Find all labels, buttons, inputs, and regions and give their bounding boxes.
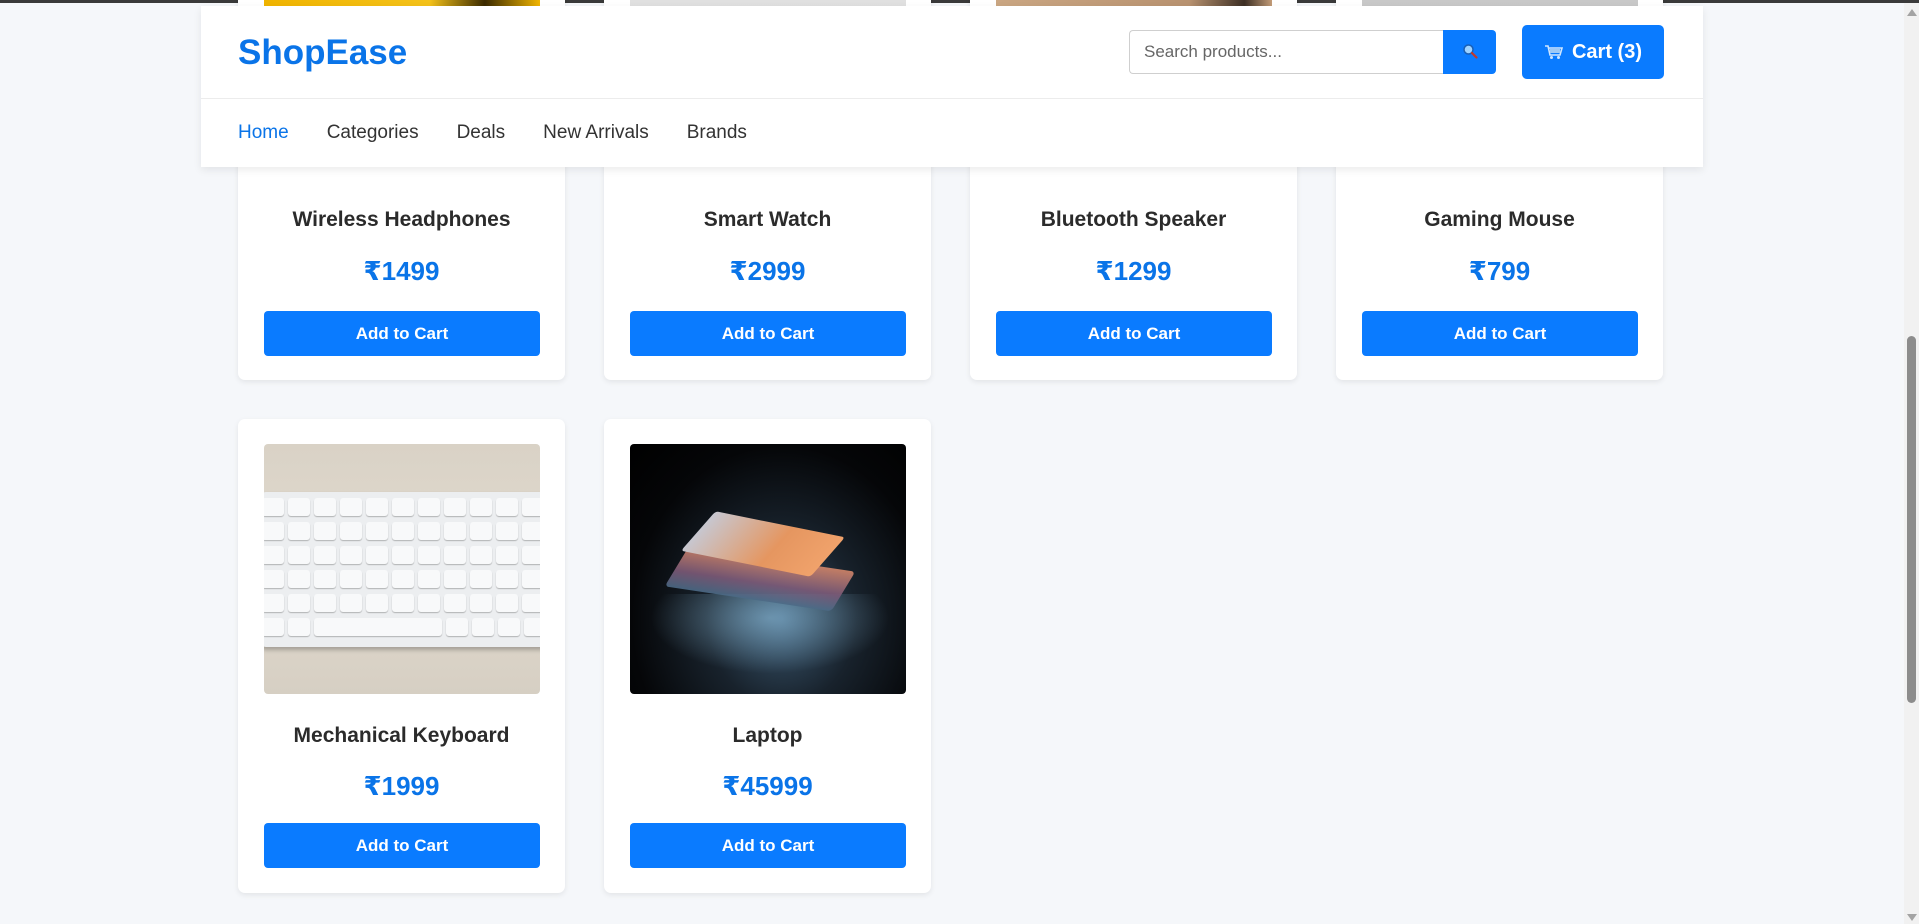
product-title: Bluetooth Speaker (1040, 208, 1227, 231)
search-icon (1462, 43, 1478, 59)
nav-new-arrivals[interactable]: New Arrivals (543, 122, 649, 144)
product-title: Smart Watch (703, 208, 832, 231)
scrollbar-thumb[interactable] (1907, 336, 1916, 703)
product-card: Laptop ₹45999 Add to Cart (604, 419, 931, 893)
product-title: Wireless Headphones (292, 208, 511, 231)
search-input[interactable] (1129, 30, 1443, 74)
keyboard-illustration (264, 492, 540, 647)
header-top-bar: ShopEase Cart (3) (201, 6, 1703, 99)
product-price: ₹2999 (729, 256, 806, 286)
product-price: ₹45999 (722, 771, 813, 801)
site-header: ShopEase Cart (3) Home Categories Deals … (201, 6, 1703, 167)
nav-categories[interactable]: Categories (327, 122, 419, 144)
product-price: ₹1499 (363, 256, 440, 286)
cart-button[interactable]: Cart (3) (1522, 25, 1664, 79)
scroll-down-arrow-icon[interactable] (1907, 914, 1917, 921)
add-to-cart-button[interactable]: Add to Cart (264, 823, 540, 868)
search-button[interactable] (1443, 30, 1496, 74)
product-price: ₹1999 (363, 771, 440, 801)
product-image[interactable] (630, 444, 906, 694)
nav-brands[interactable]: Brands (687, 122, 747, 144)
scroll-up-arrow-icon[interactable] (1907, 9, 1917, 16)
add-to-cart-button[interactable]: Add to Cart (630, 823, 906, 868)
laptop-glow (650, 594, 890, 674)
main-nav: Home Categories Deals New Arrivals Brand… (238, 122, 747, 144)
product-image[interactable] (264, 444, 540, 694)
add-to-cart-button[interactable]: Add to Cart (264, 311, 540, 356)
cart-icon (1544, 45, 1564, 59)
nav-deals[interactable]: Deals (457, 122, 506, 144)
site-logo[interactable]: ShopEase (238, 33, 407, 73)
add-to-cart-button[interactable]: Add to Cart (996, 311, 1272, 356)
product-price: ₹1299 (1095, 256, 1172, 286)
cart-label: Cart (3) (1571, 40, 1642, 63)
product-title: Gaming Mouse (1424, 208, 1575, 231)
product-price: ₹799 (1468, 256, 1531, 286)
vertical-scrollbar[interactable] (1904, 3, 1919, 924)
add-to-cart-button[interactable]: Add to Cart (1362, 311, 1638, 356)
product-card: Mechanical Keyboard ₹1999 Add to Cart (238, 419, 565, 893)
add-to-cart-button[interactable]: Add to Cart (630, 311, 906, 356)
product-title: Laptop (732, 724, 803, 747)
nav-home[interactable]: Home (238, 122, 289, 144)
product-title: Mechanical Keyboard (293, 724, 510, 747)
